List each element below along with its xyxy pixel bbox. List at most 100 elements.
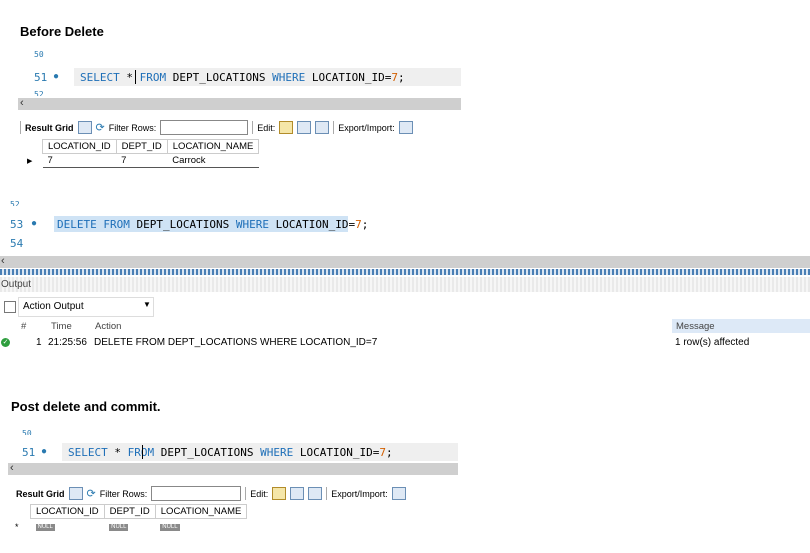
cell-location-id[interactable]: 7 xyxy=(42,153,117,168)
refresh-icon[interactable]: ⟳ xyxy=(96,121,105,134)
null-cell[interactable]: NULL xyxy=(155,519,247,533)
result-toolbar: Result Grid ⟳ Filter Rows: Edit: Export/… xyxy=(16,486,406,501)
result-grid: LOCATION_ID DEPT_ID LOCATION_NAME * NULL… xyxy=(10,504,248,533)
text-cursor xyxy=(142,445,143,459)
toolbar-separator xyxy=(326,487,328,500)
line-number-51: 51 xyxy=(34,71,48,84)
scroll-left-arrow-icon[interactable]: ‹ xyxy=(10,462,14,474)
kw-delete: DELETE xyxy=(57,218,97,231)
post-delete-heading: Post delete and commit. xyxy=(11,399,161,414)
statement-bullet: ● xyxy=(53,71,60,82)
column-header[interactable]: DEPT_ID xyxy=(103,504,156,519)
condition: LOCATION_ID= xyxy=(268,218,356,231)
add-row-icon[interactable] xyxy=(297,121,312,134)
delete-query[interactable]: DELETE FROM DEPT_LOCATIONS WHERE LOCATIO… xyxy=(57,218,368,231)
grid-icon[interactable] xyxy=(68,487,83,500)
column-header[interactable]: LOCATION_NAME xyxy=(154,504,248,519)
toolbar-separator xyxy=(252,121,254,134)
null-badge: NULL xyxy=(160,523,180,531)
kw-where: WHERE xyxy=(260,446,294,459)
kw-where: WHERE xyxy=(272,71,306,84)
result-grid: LOCATION_ID DEPT_ID LOCATION_NAME ▶ 7 7 … xyxy=(22,139,260,168)
export-icon[interactable] xyxy=(398,121,413,134)
output-col-time: Time xyxy=(51,321,72,332)
output-panel-header xyxy=(0,277,810,292)
null-badge: NULL xyxy=(109,523,129,531)
line-number-52: 52 xyxy=(10,201,20,206)
copy-icon[interactable] xyxy=(4,301,16,313)
grid-icon[interactable] xyxy=(77,121,92,134)
scroll-left-arrow-icon[interactable]: ‹ xyxy=(20,97,24,109)
condition: LOCATION_ID= xyxy=(305,71,392,84)
cell-dept-id[interactable]: 7 xyxy=(116,153,168,168)
line-number-53: 53 xyxy=(10,218,24,231)
output-panel-title: Output xyxy=(1,279,32,290)
filter-rows-input[interactable] xyxy=(160,120,249,135)
row-pointer-icon: ▶ xyxy=(27,157,33,165)
edit-label: Edit: xyxy=(250,488,269,499)
text-cursor xyxy=(135,70,136,84)
filter-rows-input[interactable] xyxy=(151,486,242,501)
cell-location-name[interactable]: Carrock xyxy=(167,153,259,168)
edit-label: Edit: xyxy=(257,122,276,133)
table-name: DEPT_LOCATIONS xyxy=(166,71,273,84)
delete-row-icon[interactable] xyxy=(308,487,323,500)
kw-where: WHERE xyxy=(235,218,269,231)
line-number-50: 50 xyxy=(22,430,32,435)
select-query[interactable]: SELECT * FROM DEPT_LOCATIONS WHERE LOCAT… xyxy=(80,71,405,84)
kw-from: FROM xyxy=(139,71,167,84)
null-cell[interactable]: NULL xyxy=(104,519,155,533)
table-name: DEPT_LOCATIONS xyxy=(129,218,236,231)
editor-horizontal-scrollbar[interactable] xyxy=(0,256,810,268)
scroll-left-arrow-icon[interactable]: ‹ xyxy=(1,255,5,267)
result-grid-tab[interactable]: Result Grid xyxy=(25,123,74,133)
filter-rows-label: Filter Rows: xyxy=(99,488,148,499)
add-row-icon[interactable] xyxy=(290,487,305,500)
null-badge: NULL xyxy=(35,523,55,531)
output-row-action[interactable]: DELETE FROM DEPT_LOCATIONS WHERE LOCATIO… xyxy=(94,337,377,348)
output-col-message: Message xyxy=(676,321,715,332)
chevron-down-icon[interactable]: ▼ xyxy=(143,300,151,309)
semicolon: ; xyxy=(385,446,393,459)
delete-row-icon[interactable] xyxy=(315,121,330,134)
panel-splitter[interactable] xyxy=(0,269,810,275)
line-number-51: 51 xyxy=(22,446,36,459)
select-query[interactable]: SELECT * FROM DEPT_LOCATIONS WHERE LOCAT… xyxy=(68,446,393,459)
edit-row-icon[interactable] xyxy=(279,121,294,134)
star: * xyxy=(107,446,128,459)
result-toolbar: Result Grid ⟳ Filter Rows: Edit: Export/… xyxy=(20,120,413,135)
output-type-selected: Action Output xyxy=(23,301,84,312)
edit-row-icon[interactable] xyxy=(272,487,287,500)
column-header[interactable]: DEPT_ID xyxy=(115,139,168,154)
export-import-label: Export/Import: xyxy=(331,488,388,499)
toolbar-separator xyxy=(20,121,21,134)
kw-select: SELECT xyxy=(80,71,120,84)
output-col-action: Action xyxy=(95,321,122,332)
table-row[interactable]: ▶ 7 7 Carrock xyxy=(22,153,259,168)
filter-rows-label: Filter Rows: xyxy=(108,122,157,133)
horizontal-scrollbar[interactable] xyxy=(8,463,458,475)
horizontal-scrollbar[interactable] xyxy=(18,98,461,110)
cond-value: 7 xyxy=(355,218,362,231)
success-check-icon: ✓ xyxy=(1,338,10,347)
new-row-marker-icon: * xyxy=(15,521,19,532)
column-header[interactable]: LOCATION_ID xyxy=(42,139,117,154)
kw-from: FROM xyxy=(127,446,155,459)
column-header[interactable]: LOCATION_NAME xyxy=(166,139,260,154)
output-col-num: # xyxy=(21,321,27,332)
refresh-icon[interactable]: ⟳ xyxy=(87,487,96,500)
null-cell[interactable]: NULL xyxy=(31,519,105,533)
output-row-time: 21:25:56 xyxy=(48,337,87,348)
statement-bullet: ● xyxy=(41,446,48,457)
star: * xyxy=(119,71,140,84)
line-number-54: 54 xyxy=(10,237,24,250)
semicolon: ; xyxy=(361,218,369,231)
output-row-message: 1 row(s) affected xyxy=(675,337,750,348)
column-header[interactable]: LOCATION_ID xyxy=(30,504,105,519)
semicolon: ; xyxy=(397,71,405,84)
table-row[interactable]: * NULL NULL NULL xyxy=(10,519,247,533)
export-icon[interactable] xyxy=(391,487,406,500)
result-grid-tab[interactable]: Result Grid xyxy=(16,489,65,499)
kw-from: FROM xyxy=(96,218,130,231)
before-delete-heading: Before Delete xyxy=(20,24,104,39)
